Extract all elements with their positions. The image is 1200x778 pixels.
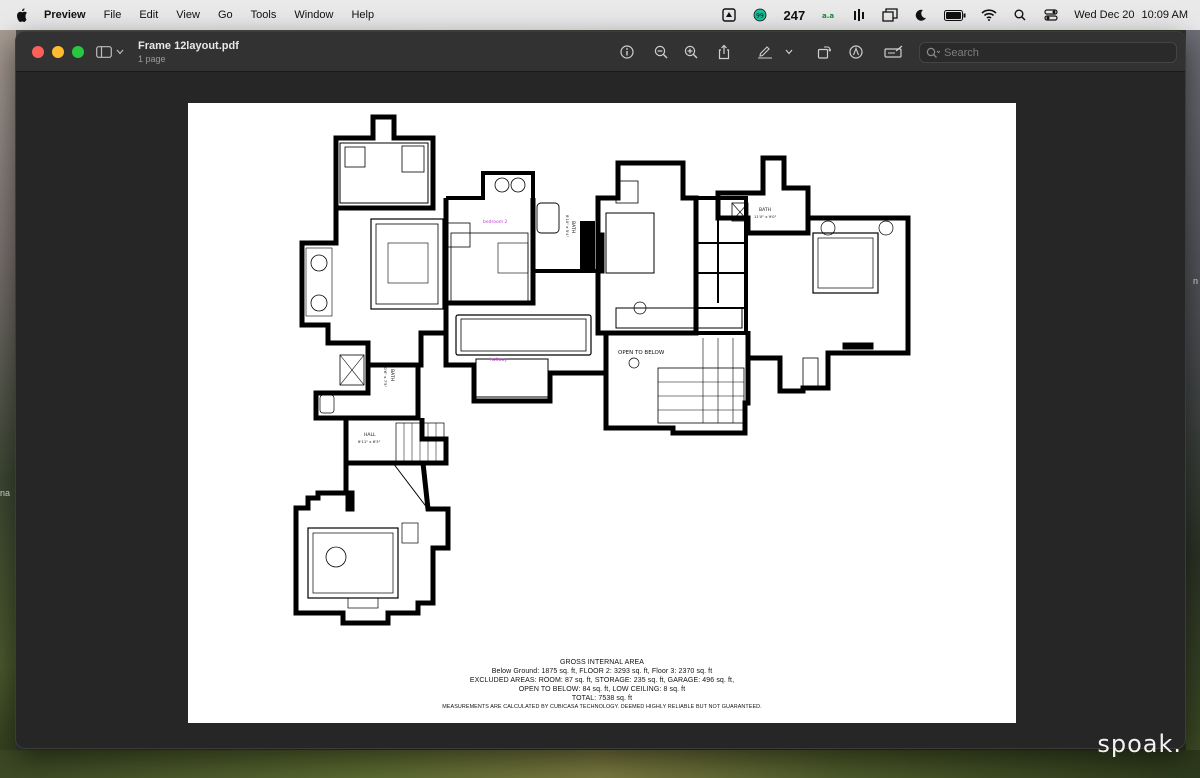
room-label-bath-upper: BATH xyxy=(759,207,771,213)
desktop-background-right xyxy=(1186,30,1200,778)
room-dim-bath-middle: 8'10" x 5'4" xyxy=(565,215,570,238)
annotate-pen-circle-icon[interactable] xyxy=(846,43,866,61)
fullscreen-window-button[interactable] xyxy=(72,46,84,58)
windows-icon[interactable] xyxy=(882,8,898,22)
svg-text:99: 99 xyxy=(757,13,765,20)
room-label-hall: HALL xyxy=(364,432,376,438)
area-total: TOTAL: 7538 sq. ft xyxy=(571,695,633,702)
sidebar-icon xyxy=(96,46,112,58)
grammarly-icon[interactable]: 99 xyxy=(752,8,768,22)
search-icon xyxy=(926,47,940,58)
menubar-date[interactable]: Wed Dec 20 xyxy=(1074,9,1134,21)
menu-edit[interactable]: Edit xyxy=(139,9,158,21)
menu-file[interactable]: File xyxy=(104,9,122,21)
spoak-watermark-logo: spoak. xyxy=(1097,730,1182,758)
menu-go[interactable]: Go xyxy=(218,9,233,21)
area-line-3: OPEN TO BELOW: 84 sq. ft, LOW CEILING: 8… xyxy=(518,686,686,693)
room-label-open-to-below: OPEN TO BELOW xyxy=(618,350,665,356)
status-area: 99 247 a.a Wed Dec 20 10:09 AM xyxy=(721,0,1188,30)
zoom-out-icon[interactable] xyxy=(651,43,671,61)
area-line-2: EXCLUDED AREAS: ROOM: 87 sq. ft, STORAGE… xyxy=(469,677,735,684)
chevron-down-icon xyxy=(116,49,124,55)
activity-icon[interactable]: a.a xyxy=(820,8,836,22)
battery-icon[interactable] xyxy=(944,8,966,22)
pdf-page: bedroom 2 BATH 11'0" x 9'0" BATH 8'10" x… xyxy=(188,103,1016,723)
area-heading: GROSS INTERNAL AREA xyxy=(559,659,645,666)
room-label-hallway: hallway xyxy=(490,357,508,363)
document-title[interactable]: Frame 12layout.pdf xyxy=(138,40,239,52)
floor-plan-drawing: bedroom 2 BATH 11'0" x 9'0" BATH 8'10" x… xyxy=(293,114,911,626)
window-controls xyxy=(32,46,84,58)
preview-window: Frame 12layout.pdf 1 page Search bedroom… xyxy=(15,31,1186,749)
form-fill-icon[interactable] xyxy=(882,43,906,61)
desktop-text-fragment: na xyxy=(0,488,11,498)
markup-pen-icon[interactable] xyxy=(755,43,775,61)
rotate-icon[interactable] xyxy=(814,43,834,61)
area-disclaimer: MEASUREMENTS ARE CALCULATED BY CUBICASA … xyxy=(442,704,762,710)
upload-box-icon[interactable] xyxy=(721,8,737,22)
menubar-clock[interactable]: 10:09 AM xyxy=(1142,9,1188,21)
spotlight-search-icon[interactable] xyxy=(1012,8,1028,22)
area-line-1: Below Ground: 1875 sq. ft, FLOOR 2: 3293… xyxy=(491,668,713,675)
document-page-count: 1 page xyxy=(138,54,166,64)
desktop-background-left xyxy=(0,30,16,778)
title-bar: Frame 12layout.pdf 1 page xyxy=(16,32,1185,72)
menu-help[interactable]: Help xyxy=(351,9,374,21)
moon-icon[interactable] xyxy=(913,8,929,22)
svg-text:a.a: a.a xyxy=(822,12,834,20)
room-dim-hall: 6'11" x 6'3" xyxy=(358,439,381,444)
search-input[interactable] xyxy=(944,46,1164,59)
menu-app-preview[interactable]: Preview xyxy=(44,9,86,21)
desktop-background-bottom xyxy=(0,750,1200,778)
sidebar-toggle-button[interactable] xyxy=(96,43,130,61)
menu-tools[interactable]: Tools xyxy=(251,9,277,21)
search-field[interactable] xyxy=(919,42,1177,63)
room-label-bedroom: bedroom 2 xyxy=(483,219,508,225)
zoom-in-icon[interactable] xyxy=(681,43,701,61)
room-dim-bath-upper: 11'0" x 9'0" xyxy=(754,214,777,219)
minimize-window-button[interactable] xyxy=(52,46,64,58)
chevron-down-icon[interactable] xyxy=(783,43,795,61)
area-summary: GROSS INTERNAL AREA Below Ground: 1875 s… xyxy=(402,658,802,712)
menu-view[interactable]: View xyxy=(176,9,200,21)
counter-status[interactable]: 247 xyxy=(783,8,805,23)
room-label-bath-lower: BATH xyxy=(389,369,395,381)
close-window-button[interactable] xyxy=(32,46,44,58)
wifi-icon[interactable] xyxy=(981,8,997,22)
room-dim-bath-lower: 10'6" x 7'5" xyxy=(383,365,388,388)
desktop-text-fragment: n xyxy=(1192,276,1198,286)
menu-window[interactable]: Window xyxy=(294,9,333,21)
menu-bar: Preview File Edit View Go Tools Window H… xyxy=(0,0,1200,30)
control-center-icon[interactable] xyxy=(1043,8,1059,22)
apple-menu-icon[interactable] xyxy=(16,8,28,22)
info-icon[interactable] xyxy=(617,43,637,61)
share-icon[interactable] xyxy=(714,43,734,61)
audio-bars-icon[interactable] xyxy=(851,8,867,22)
